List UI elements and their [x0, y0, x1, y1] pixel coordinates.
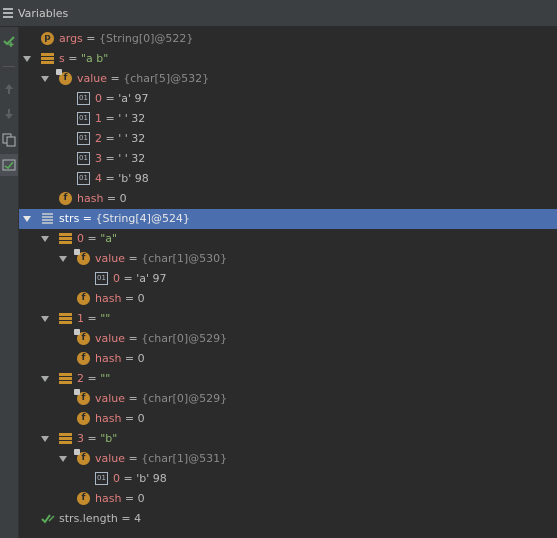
- show-watches-toggle-icon[interactable]: [0, 154, 18, 176]
- tree-row-hash[interactable]: f hash = 0: [19, 349, 557, 369]
- variables-tree: p args = {String[0]@522} s = "a b" f val…: [19, 28, 557, 538]
- expand-arrow-icon[interactable]: [23, 56, 31, 62]
- final-field-icon: f: [74, 449, 90, 465]
- tree-row-char[interactable]: 01 1 = ' ' 32: [19, 109, 557, 129]
- tree-row-watch-strs-length[interactable]: strs.length = 4: [19, 509, 557, 529]
- var-type-id: {String[0]@522}: [99, 32, 194, 45]
- variables-panel-header: Variables: [0, 0, 557, 27]
- tree-row-char[interactable]: 01 2 = ' ' 32: [19, 129, 557, 149]
- field-icon: f: [77, 292, 90, 305]
- new-watch-icon[interactable]: [0, 31, 18, 51]
- expand-arrow-icon[interactable]: [41, 436, 49, 442]
- tree-row-s-value[interactable]: f value = {char[5]@532}: [19, 69, 557, 89]
- tree-row-hash[interactable]: f hash = 0: [19, 489, 557, 509]
- field-icon: f: [77, 412, 90, 425]
- tree-row-args[interactable]: p args = {String[0]@522}: [19, 29, 557, 49]
- tree-row-char[interactable]: 01 0 = 'a' 97: [19, 89, 557, 109]
- tree-row-value[interactable]: f value = {char[1]@530}: [19, 249, 557, 269]
- final-field-icon: f: [56, 69, 72, 85]
- tree-row-char[interactable]: 01 3 = ' ' 32: [19, 149, 557, 169]
- tree-row-s[interactable]: s = "a b": [19, 49, 557, 69]
- array-element-icon: 01: [77, 152, 90, 165]
- array-element-icon: 01: [77, 172, 90, 185]
- tree-row-char[interactable]: 01 4 = 'b' 98: [19, 169, 557, 189]
- final-field-icon: f: [74, 249, 90, 265]
- debugger-toolbar: [0, 27, 19, 538]
- var-name: args: [59, 32, 83, 45]
- expand-arrow-icon[interactable]: [41, 76, 49, 82]
- copy-icon[interactable]: [0, 130, 18, 150]
- tree-row-value[interactable]: f value = {char[1]@531}: [19, 449, 557, 469]
- tree-row-hash[interactable]: f hash = 0: [19, 409, 557, 429]
- move-watch-up-icon[interactable]: [0, 79, 18, 99]
- array-element-icon: 01: [77, 112, 90, 125]
- final-field-icon: f: [74, 329, 90, 345]
- expand-arrow-icon[interactable]: [41, 316, 49, 322]
- field-icon: f: [77, 492, 90, 505]
- array-element-icon: 01: [95, 272, 108, 285]
- tree-row-strs-2[interactable]: 2 = "": [19, 369, 557, 389]
- move-watch-down-icon[interactable]: [0, 104, 18, 124]
- tree-row-strs-1[interactable]: 1 = "": [19, 309, 557, 329]
- object-icon: [59, 312, 72, 325]
- array-element-icon: 01: [95, 472, 108, 485]
- expand-arrow-icon[interactable]: [41, 376, 49, 382]
- tree-row-strs[interactable]: strs = {String[4]@524}: [19, 209, 557, 229]
- array-element-icon: 01: [77, 132, 90, 145]
- watch-icon: [41, 512, 55, 525]
- tree-row-char[interactable]: 01 0 = 'a' 97: [19, 269, 557, 289]
- var-value: "a b": [80, 52, 109, 65]
- final-field-icon: f: [74, 389, 90, 405]
- parameter-icon: p: [41, 32, 54, 45]
- expand-arrow-icon[interactable]: [59, 256, 67, 262]
- tree-row-strs-3[interactable]: 3 = "b": [19, 429, 557, 449]
- object-icon: [59, 432, 72, 445]
- object-icon: [59, 232, 72, 245]
- tree-row-hash[interactable]: f hash = 0: [19, 289, 557, 309]
- object-icon: [59, 372, 72, 385]
- expand-arrow-icon[interactable]: [23, 216, 31, 222]
- array-icon: [41, 212, 54, 225]
- panel-title: Variables: [18, 6, 69, 20]
- array-element-icon: 01: [77, 92, 90, 105]
- tree-row-char[interactable]: 01 0 = 'b' 98: [19, 469, 557, 489]
- field-icon: f: [59, 192, 72, 205]
- expand-arrow-icon[interactable]: [59, 456, 67, 462]
- divider: [0, 57, 18, 77]
- tree-row-value[interactable]: f value = {char[0]@529}: [19, 329, 557, 349]
- tree-row-hash[interactable]: f hash = 0: [19, 189, 557, 209]
- field-icon: f: [77, 352, 90, 365]
- tree-row-value[interactable]: f value = {char[0]@529}: [19, 389, 557, 409]
- object-icon: [41, 52, 54, 65]
- tree-row-strs-0[interactable]: 0 = "a": [19, 229, 557, 249]
- panel-menu-icon[interactable]: [3, 8, 13, 18]
- expand-arrow-icon[interactable]: [41, 236, 49, 242]
